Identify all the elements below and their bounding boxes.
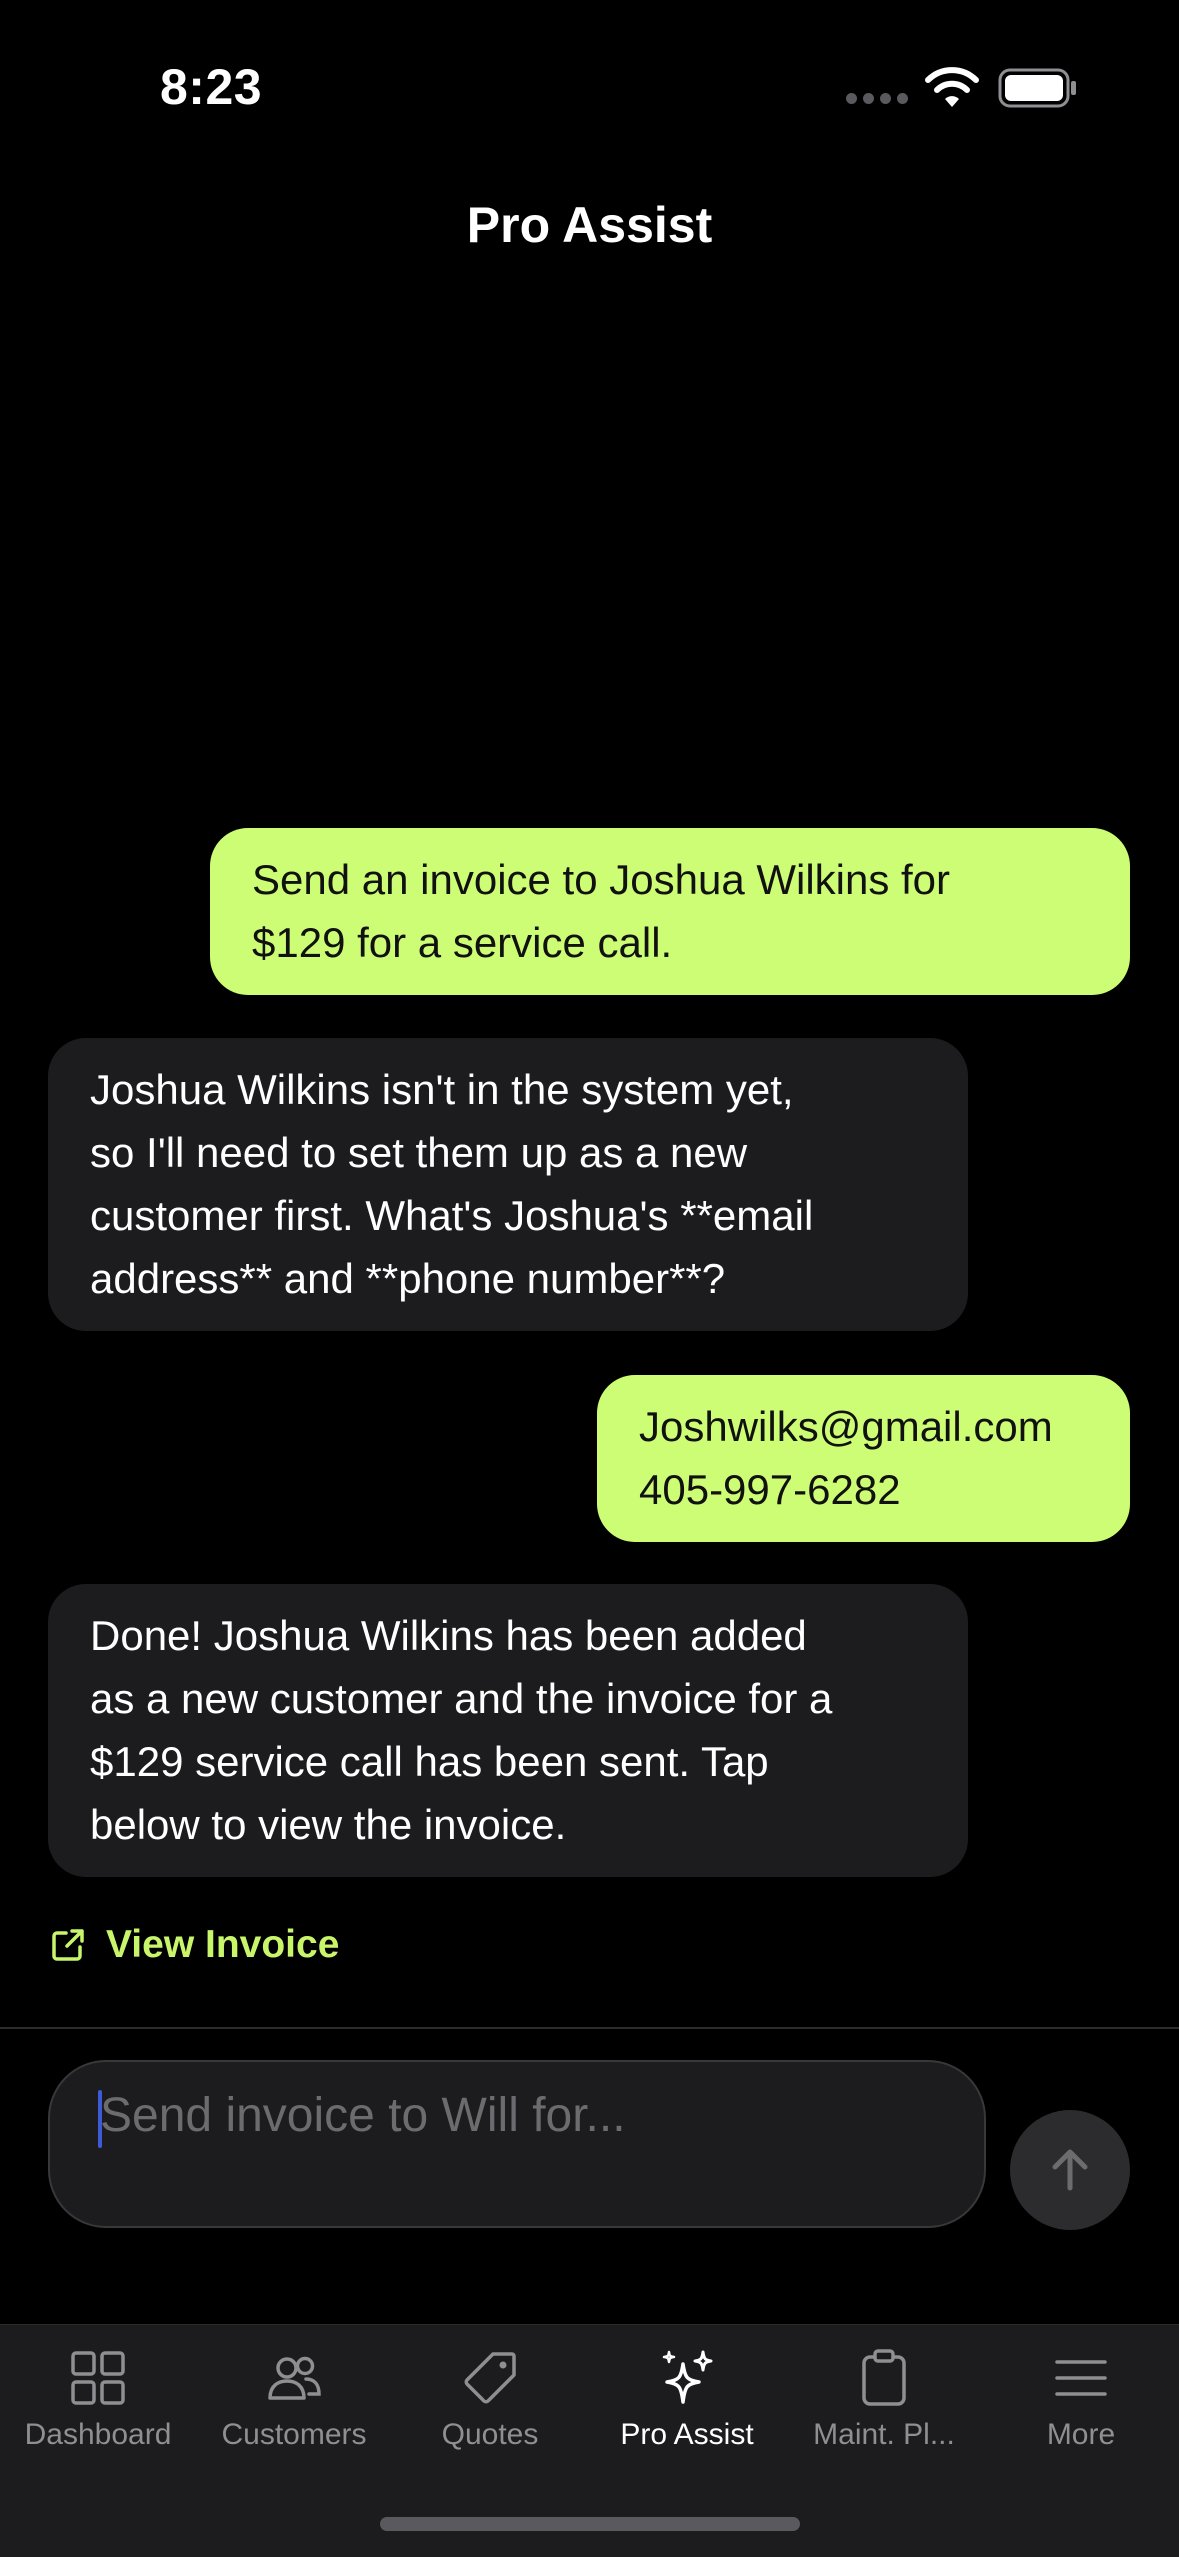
clipboard-icon xyxy=(862,2349,906,2406)
home-indicator xyxy=(380,2517,800,2531)
composer-divider xyxy=(0,2027,1179,2029)
sparkles-icon xyxy=(662,2350,713,2404)
message-text: below to view the invoice. xyxy=(90,1801,567,1848)
tab-more[interactable]: More xyxy=(983,2340,1179,2460)
dashboard-grid-icon xyxy=(71,2351,125,2405)
message-text: as a new customer and the invoice for a xyxy=(90,1675,833,1722)
assistant-message-bubble: Done! Joshua Wilkins has been added as a… xyxy=(48,1584,968,1877)
tab-label: More xyxy=(1046,2418,1116,2451)
tag-icon xyxy=(464,2352,516,2404)
status-time: 8:23 xyxy=(160,59,263,115)
view-invoice-link[interactable]: View Invoice xyxy=(50,1920,339,1970)
external-link-icon xyxy=(52,1929,84,1961)
tab-pro-assist[interactable]: Pro Assist xyxy=(589,2340,785,2460)
tab-maintenance-plans[interactable]: Maint. Pl... xyxy=(786,2340,982,2460)
message-text: $129 for a service call. xyxy=(252,919,673,966)
user-message-bubble: Send an invoice to Joshua Wilkins for $1… xyxy=(210,828,1130,995)
message-text: customer first. What's Joshua's **email xyxy=(90,1192,814,1239)
page-title: Pro Assist xyxy=(466,197,713,253)
message-text: 405-997-6282 xyxy=(639,1466,901,1513)
cellular-signal-icon xyxy=(846,93,908,107)
tab-label: Customers xyxy=(221,2418,367,2451)
tab-label: Quotes xyxy=(441,2418,539,2451)
view-invoice-label: View Invoice xyxy=(106,1923,340,1966)
customers-icon xyxy=(268,2356,321,2400)
message-text: $129 service call has been sent. Tap xyxy=(90,1738,769,1785)
message-text: so I'll need to set them up as a new xyxy=(90,1129,748,1176)
tab-label: Maint. Pl... xyxy=(813,2418,955,2451)
tab-label: Pro Assist xyxy=(620,2418,754,2451)
wifi-icon xyxy=(925,67,979,107)
assistant-message-bubble: Joshua Wilkins isn't in the system yet, … xyxy=(48,1038,968,1331)
message-text: Done! Joshua Wilkins has been added xyxy=(90,1612,807,1659)
tab-label: Dashboard xyxy=(24,2418,172,2451)
user-message-bubble: Joshwilks@gmail.com 405-997-6282 xyxy=(597,1375,1130,1542)
message-text: Send an invoice to Joshua Wilkins for xyxy=(252,856,951,903)
menu-icon xyxy=(1055,2360,1107,2396)
tab-customers[interactable]: Customers xyxy=(196,2340,392,2460)
arrow-up-icon xyxy=(1052,2149,1088,2191)
tab-quotes[interactable]: Quotes xyxy=(392,2340,588,2460)
send-button[interactable] xyxy=(1010,2110,1130,2230)
message-text: Joshwilks@gmail.com xyxy=(639,1403,1053,1450)
tab-dashboard[interactable]: Dashboard xyxy=(0,2340,196,2460)
message-input-placeholder: Send invoice to Will for... xyxy=(100,2089,626,2142)
message-text: address** and **phone number**? xyxy=(90,1255,726,1302)
battery-icon xyxy=(998,68,1076,108)
message-input[interactable] xyxy=(48,2060,986,2228)
message-text: Joshua Wilkins isn't in the system yet, xyxy=(90,1066,794,1113)
